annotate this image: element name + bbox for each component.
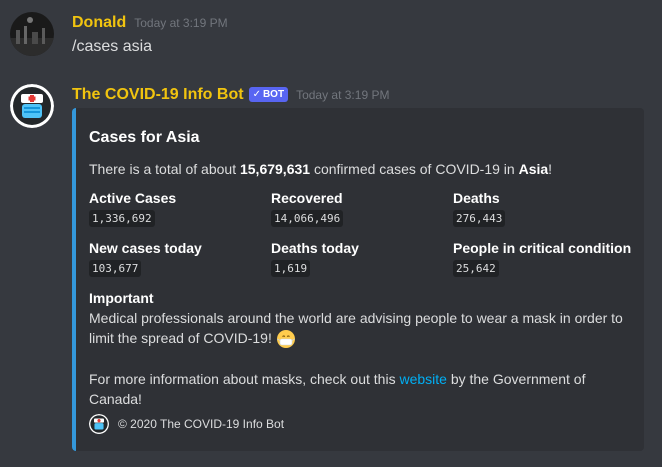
field-name: New cases today [89,240,202,256]
bot-avatar[interactable] [10,84,54,128]
field-value: 25,642 [453,260,499,277]
donald-avatar[interactable] [10,12,54,56]
total-cases: 15,679,631 [239,161,311,177]
footer-bot-icon [89,414,109,434]
field-recovered: Recovered 14,066,496 [271,190,451,227]
author-name[interactable]: Donald [72,14,126,32]
message-timestamp: Today at 3:19 PM [296,88,390,102]
website-link[interactable]: website [399,371,446,387]
field-important-name: Important [89,290,154,306]
field-deaths: Deaths 276,443 [453,190,633,227]
embed-description: There is a total of about 15,679,631 con… [89,161,552,177]
author-name[interactable]: The COVID-19 Info Bot [72,86,244,104]
field-new-cases-today: New cases today 103,677 [89,240,269,277]
field-name: People in critical condition [453,240,632,256]
embed-title: Cases for Asia [89,129,200,146]
description-suffix: ! [548,161,553,177]
description-prefix: There is a total of about [89,161,240,177]
embed-card: Cases for Asia There is a total of about… [72,108,644,451]
bot-badge: ✓ BOT [248,87,289,102]
important-text: Medical professionals around the world a… [89,310,623,346]
field-name: Recovered [271,190,343,206]
region-name: Asia [518,161,549,177]
field-value: 103,677 [89,260,142,277]
field-critical-condition: People in critical condition 25,642 [453,240,643,277]
field-name: Deaths [453,190,500,206]
field-value: 276,443 [453,210,506,227]
nurse-mask-avatar-icon [10,84,54,128]
description-middle: confirmed cases of COVID-19 in [310,161,519,177]
field-important-value: Medical professionals around the world a… [89,308,629,409]
field-name: Active Cases [89,190,177,206]
more-info-prefix: For more information about masks, check … [89,371,400,388]
checkmark-icon: ✓ [252,89,261,100]
field-value: 14,066,496 [271,210,344,227]
field-value: 1,619 [271,260,311,277]
dark-photo-avatar-icon [10,12,54,56]
bot-badge-label: BOT [262,89,285,100]
field-active-cases: Active Cases 1,336,692 [89,190,269,227]
footer-text: © 2020 The COVID-19 Info Bot [118,417,285,431]
message-content: /cases asia [72,38,153,55]
message-timestamp: Today at 3:19 PM [134,16,228,30]
field-value: 1,336,692 [89,210,155,227]
embed-footer: © 2020 The COVID-19 Info Bot [89,414,284,434]
mask-face-emoji-icon [276,329,296,349]
field-name: Deaths today [271,240,359,256]
embed-accent-bar [72,108,76,451]
field-deaths-today: Deaths today 1,619 [271,240,451,277]
